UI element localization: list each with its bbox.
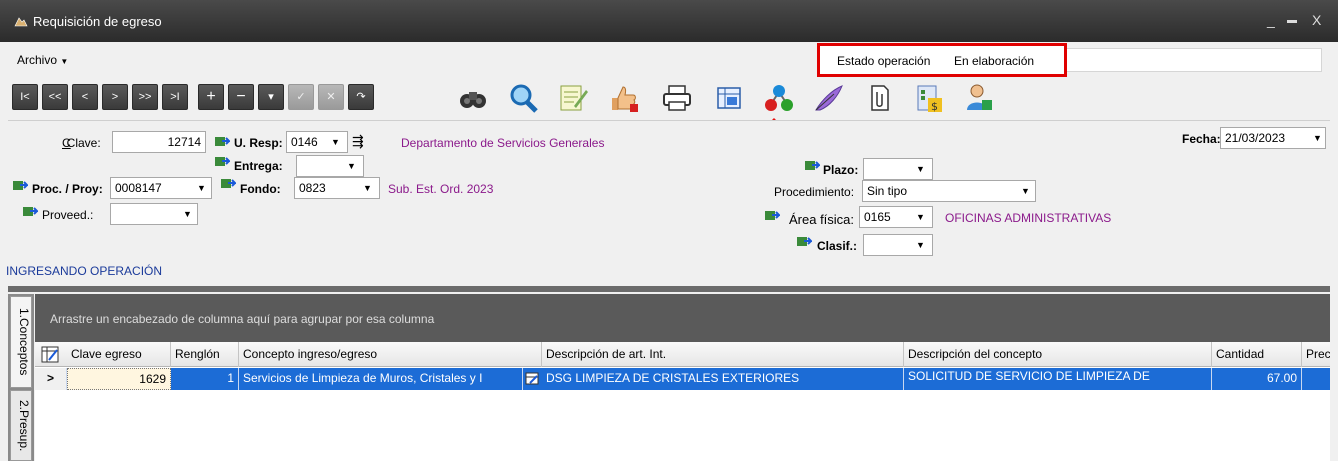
cell-concepto[interactable]: Servicios de Limpieza de Muros, Cristale…: [239, 368, 523, 390]
clave-input[interactable]: 12714: [112, 131, 206, 153]
confirm-button[interactable]: ✓: [288, 84, 314, 110]
money-document-icon[interactable]: $: [912, 82, 946, 114]
column-chooser-icon[interactable]: [41, 346, 59, 363]
link-icon: [805, 161, 820, 170]
plazo-input[interactable]: ▼: [863, 158, 933, 180]
prev-page-button[interactable]: <<: [42, 84, 68, 110]
menu-archivo[interactable]: Archivo ▼: [17, 53, 68, 67]
thumbs-up-icon[interactable]: [606, 82, 640, 114]
grid-icon[interactable]: [712, 82, 746, 114]
entrega-input[interactable]: ▼: [296, 155, 364, 177]
link-icon: [765, 211, 780, 220]
link-icon: [23, 207, 38, 216]
edit-document-icon[interactable]: [556, 82, 590, 114]
table-row[interactable]: > 1629 1 Servicios de Limpieza de Muros,…: [35, 368, 1330, 390]
fondo-input[interactable]: 0823 ▼: [294, 177, 380, 199]
prev-record-button[interactable]: <: [72, 84, 98, 110]
col-descripcion-concepto[interactable]: Descripción del concepto: [904, 342, 1212, 367]
col-clave-egreso[interactable]: Clave egreso: [67, 342, 171, 367]
link-icon: [221, 179, 236, 188]
tree-icon[interactable]: ⇶: [352, 133, 364, 150]
side-tabs: 1.Conceptos 2.Presup.: [8, 294, 34, 461]
col-renglon[interactable]: Renglón: [171, 342, 239, 367]
toolbar: I< << < > >> >I + − ▾ ✓ ✕ ↷ $: [10, 78, 1330, 160]
cell-cantidad[interactable]: 67.00: [1212, 368, 1302, 390]
plazo-label: Plazo:: [823, 163, 859, 177]
clasif-label: Clasif.:: [817, 239, 858, 253]
add-button[interactable]: +: [198, 84, 224, 110]
fecha-label: Fecha:: [1182, 132, 1221, 146]
printer-icon[interactable]: [660, 82, 694, 114]
area-label: Área física:: [789, 212, 855, 227]
fondo-description: Sub. Est. Ord. 2023: [388, 182, 494, 196]
lookup-icon[interactable]: [523, 368, 542, 390]
fecha-input[interactable]: 21/03/2023 ▼: [1220, 127, 1326, 149]
cell-precio[interactable]: [1302, 368, 1330, 390]
cell-renglon[interactable]: 1: [171, 368, 239, 390]
entrega-label: Entrega:: [234, 159, 283, 173]
panel-splitter[interactable]: [8, 286, 1330, 292]
link-icon: [13, 181, 28, 190]
quill-icon[interactable]: [812, 82, 846, 114]
form-panel: CClave: 12714 U. Resp: 0146 ▼ ⇶ Departame…: [6, 120, 1330, 286]
proveed-label: Proveed.:: [42, 208, 94, 222]
delete-button[interactable]: −: [228, 84, 254, 110]
conceptos-grid: Arrastre un encabezado de columna aquí p…: [35, 294, 1330, 461]
next-record-button[interactable]: >: [102, 84, 128, 110]
clasif-input[interactable]: ▼: [863, 234, 933, 256]
estado-field: [1067, 48, 1322, 72]
cell-clave[interactable]: 1629: [67, 368, 171, 390]
proc-label: Proc. / Proy:: [32, 182, 103, 196]
app-icon: [14, 17, 28, 27]
last-record-button[interactable]: >I: [162, 84, 188, 110]
operation-status: INGRESANDO OPERACIÓN: [6, 264, 163, 278]
link-icon: [797, 237, 812, 246]
estado-label: Estado operación: [837, 54, 931, 68]
col-cantidad[interactable]: Cantidad: [1212, 342, 1302, 367]
link-icon: [215, 137, 230, 146]
workflow-icon[interactable]: [762, 82, 796, 114]
tab-conceptos[interactable]: 1.Conceptos: [10, 296, 32, 388]
group-by-area[interactable]: Arrastre un encabezado de columna aquí p…: [35, 294, 1330, 342]
close-button[interactable]: X: [1312, 12, 1321, 28]
refresh-button[interactable]: ↷: [348, 84, 374, 110]
next-page-button[interactable]: >>: [132, 84, 158, 110]
estado-value: En elaboración: [954, 54, 1035, 68]
uresp-description: Departamento de Servicios Generales: [401, 136, 605, 150]
proc-input[interactable]: 0008147 ▼: [110, 177, 212, 199]
binoculars-icon[interactable]: [456, 82, 490, 114]
first-record-button[interactable]: I<: [12, 84, 38, 110]
procedimiento-input[interactable]: Sin tipo ▼: [862, 180, 1036, 202]
dropdown-button[interactable]: ▾: [258, 84, 284, 110]
minimize-button[interactable]: _: [1267, 12, 1275, 28]
clave-label: CClave:: [62, 136, 101, 150]
user-icon[interactable]: [962, 82, 996, 114]
fondo-label: Fondo:: [240, 182, 281, 196]
col-concepto[interactable]: Concepto ingreso/egreso: [239, 342, 542, 367]
window-title: Requisición de egreso: [33, 14, 162, 29]
magnifier-icon[interactable]: [506, 82, 540, 114]
tab-presupuesto[interactable]: 2.Presup.: [10, 390, 32, 461]
link-icon: [215, 157, 230, 166]
procedimiento-label: Procedimiento:: [774, 185, 855, 199]
svg-text:$: $: [931, 100, 938, 113]
col-descripcion-art[interactable]: Descripción de art. Int.: [542, 342, 904, 367]
uresp-input[interactable]: 0146 ▼: [286, 131, 348, 153]
cell-descripcion-art[interactable]: DSG LIMPIEZA DE CRISTALES EXTERIORES: [542, 368, 904, 390]
row-indicator: >: [35, 368, 67, 390]
attachment-icon[interactable]: [862, 82, 896, 114]
uresp-label: U. Resp:: [234, 136, 283, 150]
title-bar: Requisición de egreso _ ▬ X: [0, 0, 1338, 42]
grid-header: Clave egreso Renglón Concepto ingreso/eg…: [35, 342, 1330, 367]
maximize-button[interactable]: ▬: [1287, 15, 1297, 26]
cell-descripcion-concepto[interactable]: SOLICITUD DE SERVICIO DE LIMPIEZA DE: [904, 368, 1212, 390]
area-description: OFICINAS ADMINISTRATIVAS: [945, 211, 1112, 225]
proveed-input[interactable]: ▼: [110, 203, 198, 225]
area-input[interactable]: 0165 ▼: [859, 206, 933, 228]
cancel-button[interactable]: ✕: [318, 84, 344, 110]
col-precio[interactable]: Prec: [1302, 342, 1330, 367]
